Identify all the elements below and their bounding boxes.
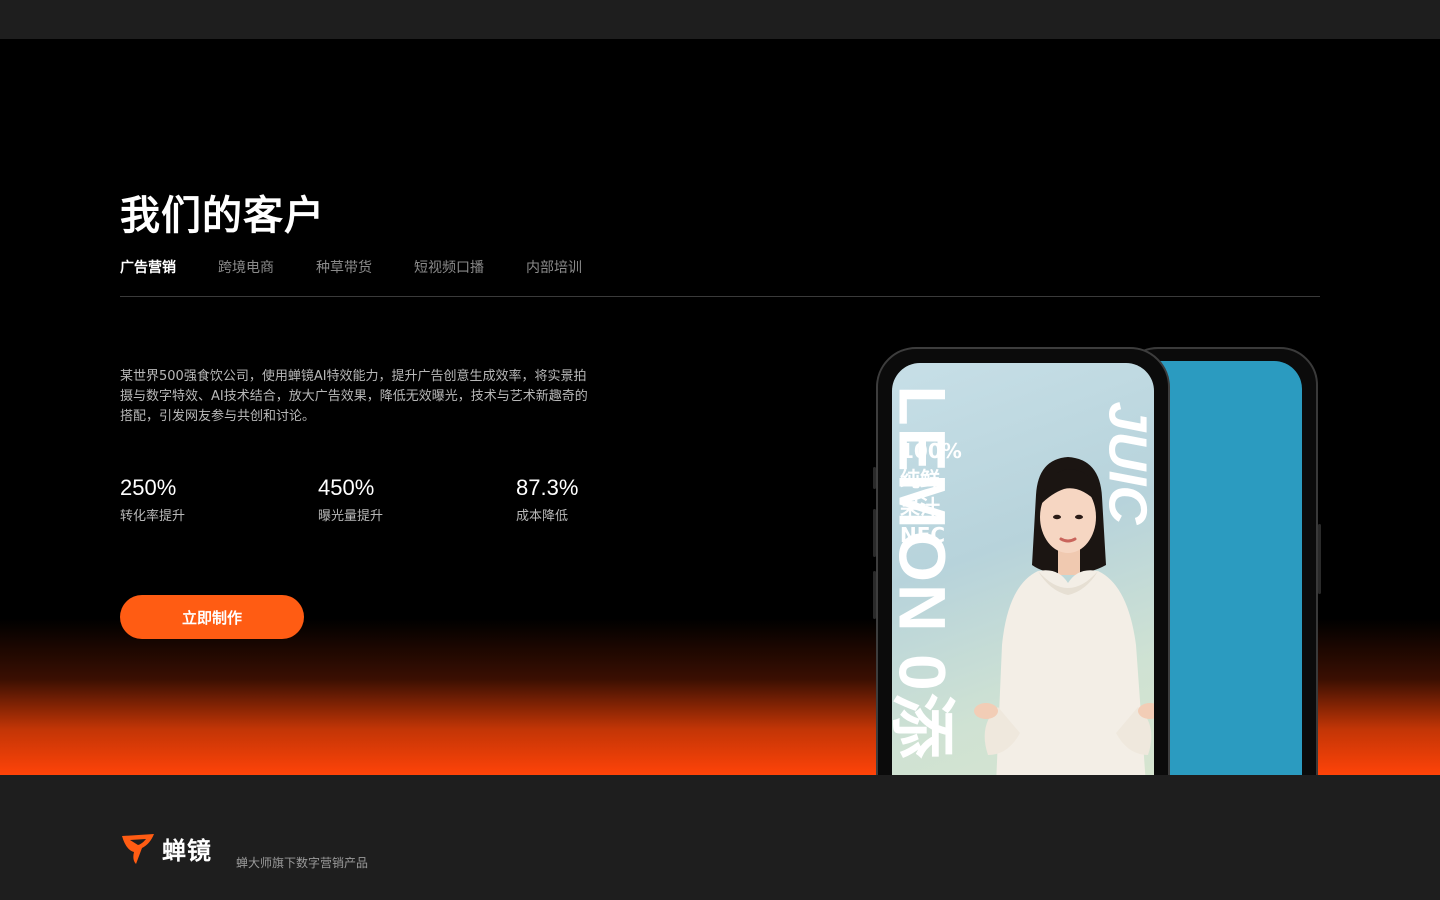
stat-cost: 87.3% 成本降低 xyxy=(516,475,714,524)
phone-side-button xyxy=(873,467,876,489)
tab-internal-training[interactable]: 内部培训 xyxy=(526,257,582,277)
stat-label: 成本降低 xyxy=(516,509,569,524)
case-stats: 250% 转化率提升 450% 曝光量提升 87.3% 成本降低 xyxy=(120,475,714,524)
customers-section: 我们的客户 广告营销 跨境电商 种草带货 短视频口播 内部培训 某世界500强食… xyxy=(0,39,1440,775)
brand-name: 蝉镜 xyxy=(162,836,212,865)
case-description: 某世界500强食饮公司，使用蝉镜AI特效能力，提升广告创意生成效率，将实景拍摄与… xyxy=(120,369,588,424)
site-footer: 蝉镜 蝉大师旗下数字营销产品 xyxy=(0,775,1440,900)
stat-label: 转化率提升 xyxy=(120,509,186,524)
promo-line: 纯鲜 xyxy=(900,467,940,491)
presenter-avatar-image xyxy=(974,457,1154,775)
phone-side-button xyxy=(873,509,876,557)
promo-line: 100% xyxy=(900,439,962,463)
stat-label: 曝光量提升 xyxy=(318,509,384,524)
promo-line: 果汁 xyxy=(900,495,940,519)
stat-value: 450% xyxy=(318,475,375,500)
phone-side-button xyxy=(1318,524,1321,594)
ad-text-lemon: LEMON 0添 xyxy=(892,385,961,761)
stat-value: 87.3% xyxy=(516,475,579,500)
top-bar xyxy=(0,0,1440,39)
tab-advertising[interactable]: 广告营销 xyxy=(120,257,176,277)
phone-mockup-front: LEMON 0添 JUIC 100% 纯鲜 果汁 NFC xyxy=(873,347,1170,775)
stat-exposure: 450% 曝光量提升 xyxy=(318,475,516,524)
brand-tagline: 蝉大师旗下数字营销产品 xyxy=(236,856,369,870)
case-tabs: 广告营销 跨境电商 种草带货 短视频口播 内部培训 xyxy=(120,257,582,277)
stat-value: 250% xyxy=(120,475,177,500)
section-title: 我们的客户 xyxy=(120,193,325,239)
brand-logo[interactable]: 蝉镜 xyxy=(120,830,212,866)
stat-conversion: 250% 转化率提升 xyxy=(120,475,318,524)
promo-line: NFC xyxy=(900,523,946,547)
tab-short-video[interactable]: 短视频口播 xyxy=(414,257,484,277)
ad-video-preview[interactable]: LEMON 0添 JUIC 100% 纯鲜 果汁 NFC xyxy=(892,363,1154,775)
tab-cross-border-ecommerce[interactable]: 跨境电商 xyxy=(218,257,274,277)
create-now-button[interactable]: 立即制作 xyxy=(120,595,304,639)
tab-product-seeding[interactable]: 种草带货 xyxy=(316,257,372,277)
tabs-divider xyxy=(120,296,1320,297)
chanjing-logo-icon xyxy=(122,834,154,864)
phone-side-button xyxy=(873,571,876,619)
ad-promo-text: 100% 纯鲜 果汁 NFC xyxy=(900,437,970,549)
